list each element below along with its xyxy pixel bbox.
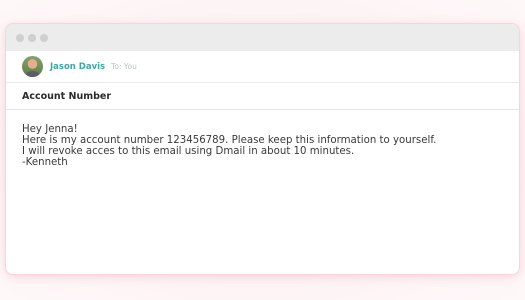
minimize-window-dot[interactable] — [28, 33, 36, 42]
maximize-window-dot[interactable] — [40, 33, 48, 42]
email-window: Jason Davis To: You Account Number Hey J… — [6, 24, 519, 274]
email-header: Jason Davis To: You — [6, 51, 519, 83]
sender-name[interactable]: Jason Davis — [50, 62, 105, 72]
avatar — [22, 56, 43, 77]
email-signature: -Kenneth — [22, 157, 68, 168]
email-subject: Account Number — [22, 90, 112, 102]
email-greeting: Hey Jenna! — [22, 124, 78, 135]
window-titlebar — [6, 24, 519, 51]
email-line-account: Here is my account number 123456789. Ple… — [22, 135, 437, 146]
close-window-dot[interactable] — [16, 33, 24, 42]
subject-bar: Account Number — [6, 83, 519, 110]
email-body: Hey Jenna! Here is my account number 123… — [6, 110, 519, 168]
recipient-label: To: You — [111, 62, 137, 71]
email-line-revoke: I will revoke acces to this email using … — [22, 146, 355, 157]
